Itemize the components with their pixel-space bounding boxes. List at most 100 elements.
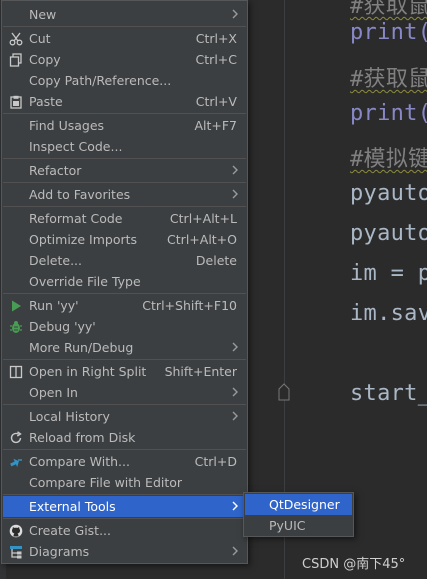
menu-item-label: Delete...: [29, 253, 82, 268]
menu-separator: [3, 206, 246, 207]
menu-item-reload-disk[interactable]: Reload from Disk: [3, 427, 246, 448]
menu-separator: [3, 404, 246, 405]
menu-item-shortcut: Ctrl+V: [195, 94, 237, 109]
code-line: im.sav: [350, 301, 427, 326]
copy-icon: [8, 52, 24, 68]
menu-item-label: Debug 'yy': [29, 319, 96, 334]
menu-item-more-run-debug[interactable]: More Run/Debug: [3, 337, 246, 358]
split-icon: [8, 364, 24, 380]
menu-item-label: Copy: [29, 52, 61, 67]
menu-separator: [3, 182, 246, 183]
menu-item-label: Paste: [29, 94, 63, 109]
menu-item-label: Run 'yy': [29, 298, 79, 313]
clipboard-icon: [8, 94, 24, 110]
menu-item-new[interactable]: New: [3, 4, 246, 25]
menu-item-copy-path[interactable]: Copy Path/Reference...: [3, 70, 246, 91]
submenu-item-label: PyUIC: [269, 518, 306, 533]
diagram-icon: [8, 544, 24, 560]
menu-item-compare-with[interactable]: Compare With... Ctrl+D: [3, 451, 246, 472]
menu-separator: [3, 359, 246, 360]
menu-item-local-history[interactable]: Local History: [3, 406, 246, 427]
fold-marker-icon[interactable]: [278, 383, 290, 401]
menu-item-label: External Tools: [29, 499, 116, 514]
code-line: #模拟键: [350, 147, 427, 172]
menu-item-label: Add to Favorites: [29, 187, 131, 202]
menu-item-inspect-code[interactable]: Inspect Code...: [3, 136, 246, 157]
menu-item-shortcut: Ctrl+X: [195, 31, 237, 46]
watermark: CSDN @南下45°: [302, 557, 406, 572]
menu-item-label: Create Gist...: [29, 523, 112, 538]
code-line: #获取鼠: [350, 0, 427, 19]
menu-item-shortcut: Shift+Enter: [164, 364, 237, 379]
menu-item-optimize-imports[interactable]: Optimize Imports Ctrl+Alt+O: [3, 229, 246, 250]
menu-item-label: Copy Path/Reference...: [29, 73, 172, 88]
menu-item-shortcut: Alt+F7: [194, 118, 237, 133]
chevron-right-icon: [232, 546, 238, 556]
menu-separator: [3, 158, 246, 159]
menu-item-delete[interactable]: Delete... Delete: [3, 250, 246, 271]
context-menu: New Cut Ctrl+X Copy Ctrl+C Copy Path/Ref…: [1, 0, 248, 564]
menu-item-label: Find Usages: [29, 118, 105, 133]
menu-item-find-usages[interactable]: Find Usages Alt+F7: [3, 115, 246, 136]
menu-item-debug[interactable]: Debug 'yy': [3, 316, 246, 337]
chevron-right-icon: [232, 411, 238, 421]
menu-item-override-file-type[interactable]: Override File Type: [3, 271, 246, 292]
code-line: pyauto: [350, 181, 427, 206]
menu-item-reformat-code[interactable]: Reformat Code Ctrl+Alt+L: [3, 208, 246, 229]
menu-item-compare-editor[interactable]: Compare File with Editor: [3, 472, 246, 493]
code-line: print(: [350, 101, 427, 126]
menu-item-shortcut: Ctrl+Alt+O: [167, 232, 237, 247]
menu-item-diagrams[interactable]: Diagrams: [3, 541, 246, 562]
menu-separator: [3, 449, 246, 450]
menu-item-external-tools[interactable]: External Tools: [3, 496, 246, 517]
menu-item-label: Diagrams: [29, 544, 90, 559]
menu-item-cut[interactable]: Cut Ctrl+X: [3, 28, 246, 49]
menu-item-shortcut: Ctrl+C: [195, 52, 237, 67]
compare-icon: [8, 454, 24, 470]
submenu-item-qtdesigner[interactable]: QtDesigner: [245, 494, 352, 515]
menu-item-paste[interactable]: Paste Ctrl+V: [3, 91, 246, 112]
menu-separator: [3, 494, 246, 495]
menu-item-refactor[interactable]: Refactor: [3, 160, 246, 181]
menu-item-open-in[interactable]: Open In: [3, 382, 246, 403]
github-icon: [8, 523, 24, 539]
menu-item-label: Compare File with Editor: [29, 475, 183, 490]
code-line: print(: [350, 20, 427, 45]
chevron-right-icon: [232, 387, 238, 397]
menu-item-add-favorites[interactable]: Add to Favorites: [3, 184, 246, 205]
menu-item-label: Optimize Imports: [29, 232, 138, 247]
menu-separator: [3, 113, 246, 114]
menu-item-label: New: [29, 7, 57, 22]
menu-item-label: Open in Right Split: [29, 364, 147, 379]
scissors-icon: [8, 31, 24, 47]
menu-item-copy[interactable]: Copy Ctrl+C: [3, 49, 246, 70]
menu-item-label: Inspect Code...: [29, 139, 123, 154]
menu-item-label: More Run/Debug: [29, 340, 134, 355]
menu-item-run[interactable]: Run 'yy' Ctrl+Shift+F10: [3, 295, 246, 316]
menu-item-label: Cut: [29, 31, 51, 46]
chevron-right-icon: [232, 165, 238, 175]
menu-item-label: Local History: [29, 409, 110, 424]
chevron-right-icon: [232, 501, 238, 511]
menu-item-label: Reload from Disk: [29, 430, 136, 445]
menu-item-shortcut: Ctrl+Shift+F10: [142, 298, 237, 313]
chevron-right-icon: [232, 9, 238, 19]
reload-icon: [8, 430, 24, 446]
menu-separator: [3, 518, 246, 519]
menu-item-label: Refactor: [29, 163, 82, 178]
menu-item-create-gist[interactable]: Create Gist...: [3, 520, 246, 541]
menu-item-label: Override File Type: [29, 274, 141, 289]
code-line: #获取鼠: [350, 67, 427, 92]
chevron-right-icon: [232, 342, 238, 352]
code-line: im = p: [350, 261, 427, 286]
menu-item-label: Reformat Code: [29, 211, 123, 226]
code-line: pyauto: [350, 221, 427, 246]
menu-item-shortcut: Ctrl+D: [194, 454, 237, 469]
debug-bug-icon: [8, 319, 24, 335]
run-icon: [8, 298, 24, 314]
menu-item-open-right-split[interactable]: Open in Right Split Shift+Enter: [3, 361, 246, 382]
menu-item-shortcut: Delete: [195, 253, 237, 268]
submenu-item-pyuic[interactable]: PyUIC: [245, 515, 352, 536]
menu-item-label: Open In: [29, 385, 78, 400]
chevron-right-icon: [232, 189, 238, 199]
